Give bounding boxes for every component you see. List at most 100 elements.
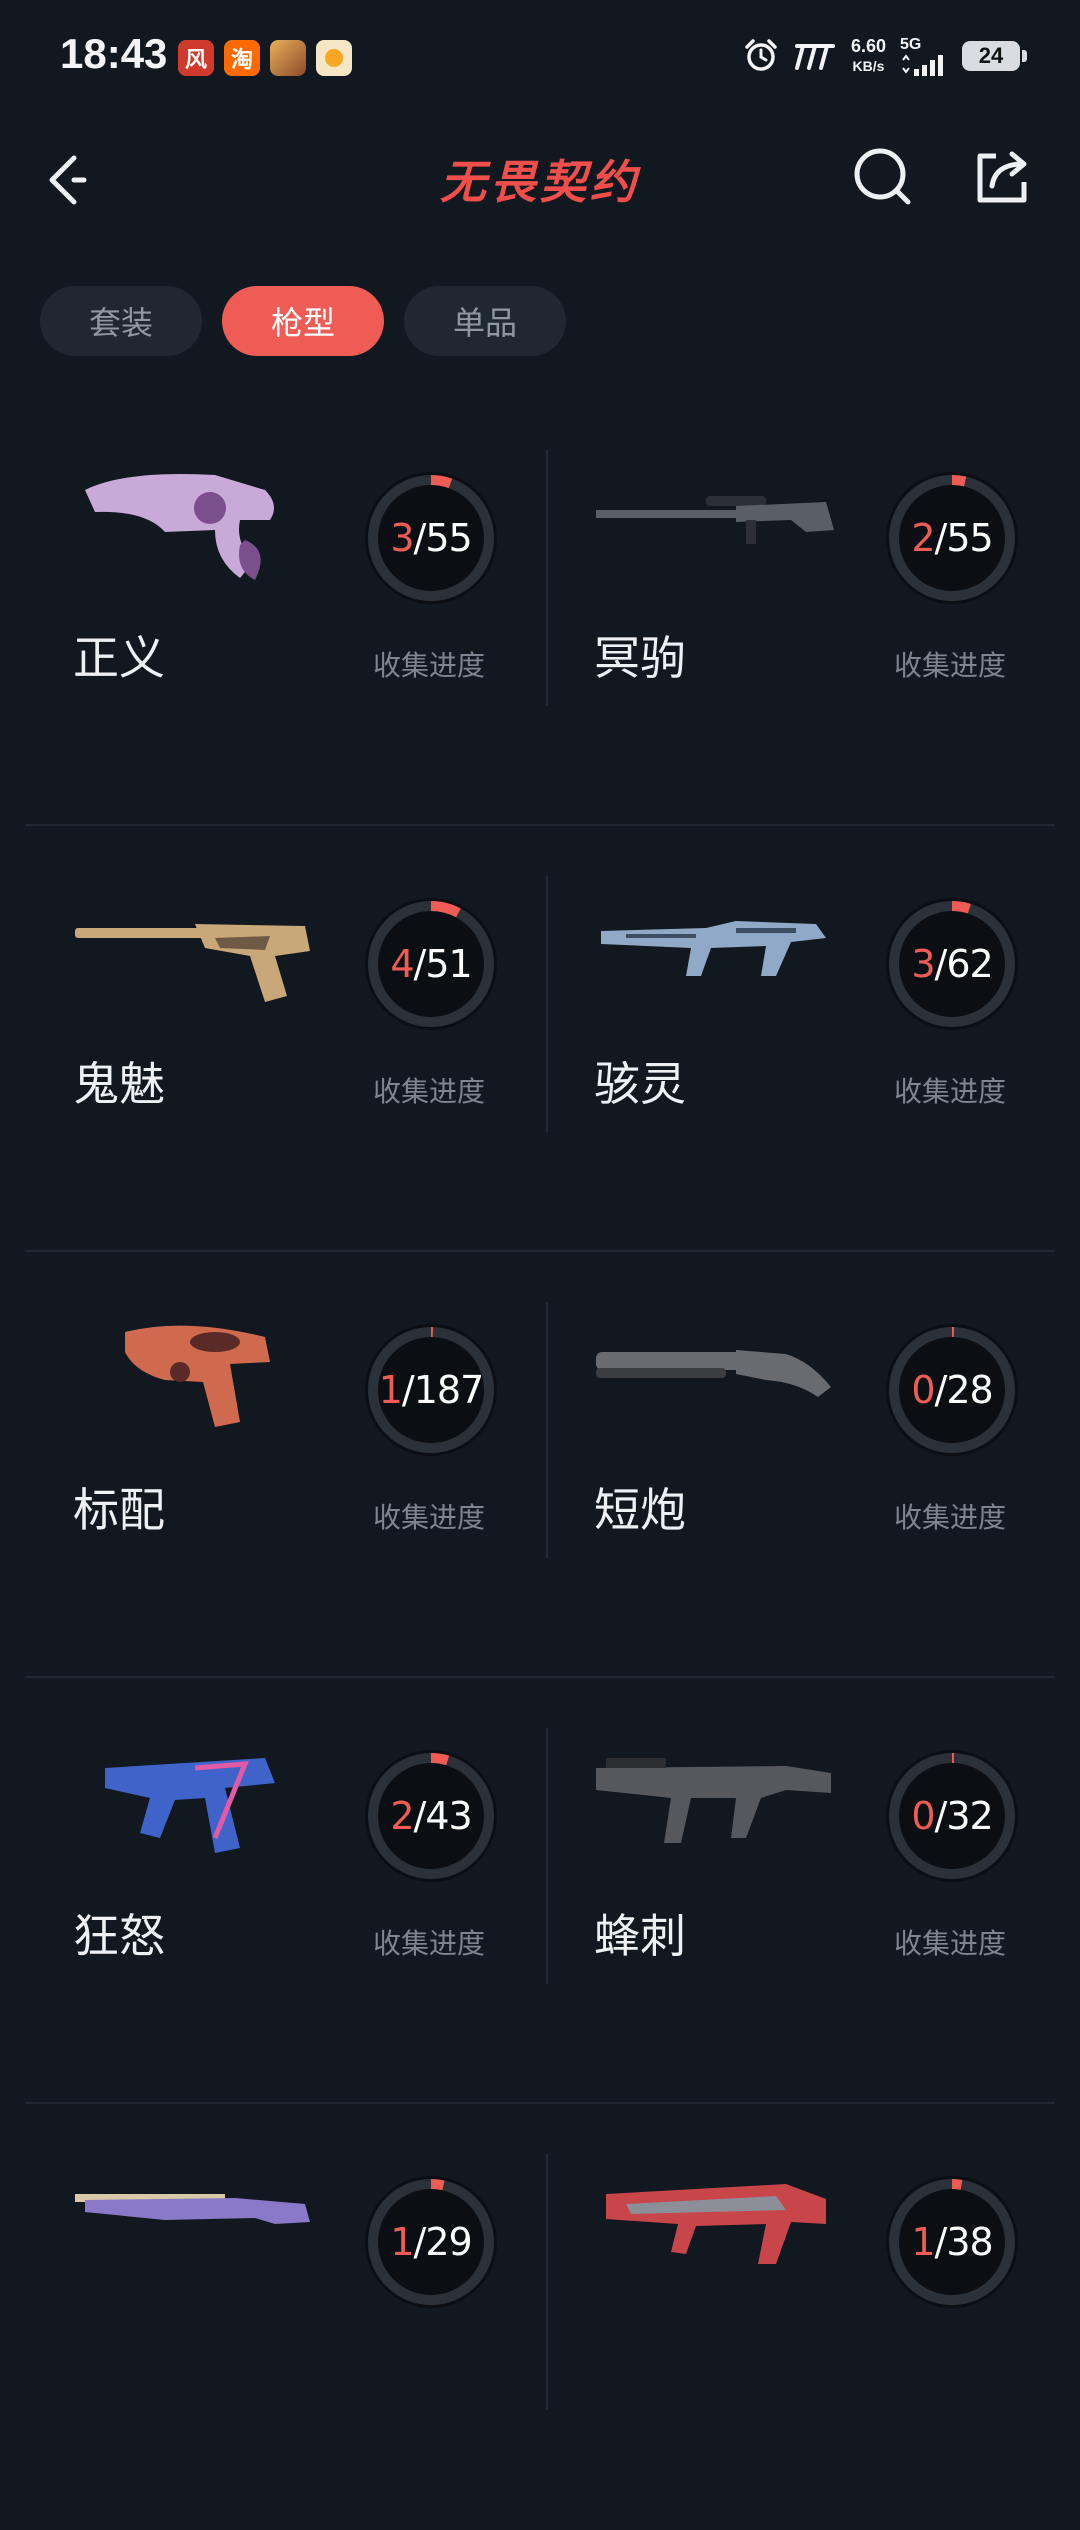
progress-count: 2/55 bbox=[911, 516, 993, 560]
total-count: 62 bbox=[946, 942, 993, 986]
share-button[interactable] bbox=[966, 142, 1036, 212]
progress-count: 2/43 bbox=[390, 1794, 472, 1838]
page-title: 无畏契约 bbox=[440, 155, 640, 209]
progress-label: 收集进度 bbox=[373, 1927, 486, 1960]
tab-weapon-types[interactable]: 枪型 bbox=[222, 286, 384, 356]
progress-count: 0/28 bbox=[911, 1368, 993, 1412]
total-count: 55 bbox=[425, 516, 472, 560]
weapon-card[interactable]: 1/29 bbox=[25, 2104, 535, 2530]
weapon-image bbox=[65, 450, 315, 590]
progress-label: 收集进度 bbox=[894, 649, 1007, 682]
total-count: 55 bbox=[946, 516, 993, 560]
progress-count: 1/38 bbox=[911, 2220, 993, 2264]
weapon-card[interactable]: 3/55 正义 收集进度 bbox=[25, 400, 535, 826]
weapon-row: 1/29 1/38 bbox=[25, 2104, 1055, 2530]
tab-single-items[interactable]: 单品 bbox=[404, 286, 566, 356]
progress-label: 收集进度 bbox=[894, 1501, 1007, 1534]
progress-label: 收集进度 bbox=[894, 1927, 1007, 1960]
weapon-card[interactable]: 1/187 标配 收集进度 bbox=[25, 1252, 535, 1678]
column-divider bbox=[546, 450, 548, 706]
total-count: 32 bbox=[946, 1794, 993, 1838]
search-icon bbox=[854, 148, 911, 205]
owned-count: 2 bbox=[390, 1794, 414, 1838]
weapon-name: 冥驹 bbox=[594, 631, 686, 685]
weapon-name: 蜂刺 bbox=[594, 1909, 686, 1963]
notification-icons: 风 淘 bbox=[178, 40, 352, 76]
signal-icon bbox=[902, 54, 943, 76]
progress-count: 3/55 bbox=[390, 516, 472, 560]
progress-count: 3/62 bbox=[911, 942, 993, 986]
weapon-row: 3/55 正义 收集进度 2/55 冥驹 收集进度 bbox=[25, 400, 1055, 826]
game-app-icon bbox=[270, 40, 306, 76]
weapon-card[interactable]: 2/43 狂怒 收集进度 bbox=[25, 1678, 535, 2104]
progress-label: 收集进度 bbox=[373, 1501, 486, 1534]
weapon-image bbox=[65, 876, 315, 1016]
status-time: 18:43 bbox=[60, 30, 168, 77]
network-type: 5G bbox=[900, 36, 922, 53]
total-count: 29 bbox=[425, 2220, 472, 2264]
weapon-image bbox=[65, 2154, 315, 2294]
weapon-card[interactable]: 0/28 短炮 收集进度 bbox=[546, 1252, 1056, 1678]
weapon-name: 正义 bbox=[73, 631, 165, 685]
status-bar: 18:43 风 淘 6.60 KB/s 5G 24 bbox=[0, 0, 1080, 118]
progress-label: 收集进度 bbox=[894, 1075, 1007, 1108]
weapon-card[interactable]: 4/51 鬼魅 收集进度 bbox=[25, 826, 535, 1252]
weapon-card[interactable]: 2/55 冥驹 收集进度 bbox=[546, 400, 1056, 826]
column-divider bbox=[546, 1728, 548, 1984]
weapon-image bbox=[65, 1728, 315, 1868]
progress-count: 1/187 bbox=[378, 1368, 485, 1412]
weapon-image bbox=[586, 1728, 836, 1868]
total-count: 38 bbox=[946, 2220, 993, 2264]
volte-icon bbox=[794, 44, 835, 70]
battery-icon: 24 bbox=[962, 41, 1027, 71]
share-icon bbox=[977, 151, 1027, 203]
owned-count: 4 bbox=[390, 942, 414, 986]
owned-count: 0 bbox=[911, 1368, 935, 1412]
weapon-row: 2/43 狂怒 收集进度 0/32 蜂刺 收集进度 bbox=[25, 1678, 1055, 2104]
owned-count: 3 bbox=[390, 516, 414, 560]
owned-count: 1 bbox=[911, 2220, 935, 2264]
category-tabs: 套装 枪型 单品 bbox=[40, 286, 566, 356]
column-divider bbox=[546, 2154, 548, 2410]
progress-label: 收集进度 bbox=[373, 649, 486, 682]
weapon-image bbox=[586, 450, 836, 590]
wind-app-icon: 风 bbox=[178, 40, 214, 76]
progress-label: 收集进度 bbox=[373, 1075, 486, 1108]
network-speed: 6.60 KB/s bbox=[850, 36, 886, 74]
total-count: 28 bbox=[946, 1368, 993, 1412]
weapon-card[interactable]: 3/62 骇灵 收集进度 bbox=[546, 826, 1056, 1252]
total-count: 51 bbox=[425, 942, 472, 986]
weapon-name: 标配 bbox=[73, 1483, 165, 1537]
weapon-image bbox=[586, 1302, 836, 1442]
owned-count: 1 bbox=[390, 2220, 414, 2264]
header: 无畏契约 bbox=[0, 118, 1080, 238]
weapon-name: 骇灵 bbox=[594, 1057, 686, 1111]
total-count: 43 bbox=[425, 1794, 472, 1838]
progress-count: 1/29 bbox=[390, 2220, 472, 2264]
owned-count: 3 bbox=[911, 942, 935, 986]
search-button[interactable] bbox=[848, 142, 918, 212]
taobao-app-icon: 淘 bbox=[224, 40, 260, 76]
weapon-row: 4/51 鬼魅 收集进度 3/62 骇灵 收集进度 bbox=[25, 826, 1055, 1252]
weapon-image bbox=[586, 876, 836, 1016]
tab-bundles[interactable]: 套装 bbox=[40, 286, 202, 356]
alarm-icon bbox=[745, 39, 777, 71]
weapon-name: 鬼魅 bbox=[73, 1057, 165, 1111]
progress-count: 4/51 bbox=[390, 942, 472, 986]
weapon-grid: 3/55 正义 收集进度 2/55 冥驹 收集进度 4/51 鬼魅 收集进度 3/62 骇灵收… bbox=[25, 400, 1055, 2530]
weapon-image bbox=[586, 2154, 836, 2294]
owned-count: 0 bbox=[911, 1794, 935, 1838]
total-count: 187 bbox=[413, 1368, 485, 1412]
system-indicators: 6.60 KB/s 5G 24 bbox=[743, 36, 1027, 76]
weapon-name: 狂怒 bbox=[73, 1909, 165, 1963]
owned-count: 1 bbox=[378, 1368, 403, 1412]
weapon-row: 1/187 标配 收集进度 0/28 短炮 收集进度 bbox=[25, 1252, 1055, 1678]
weapon-card[interactable]: 1/38 bbox=[546, 2104, 1056, 2530]
orange-app-icon bbox=[316, 40, 352, 76]
column-divider bbox=[546, 1302, 548, 1558]
weapon-image bbox=[65, 1302, 315, 1442]
progress-count: 0/32 bbox=[911, 1794, 993, 1838]
weapon-card[interactable]: 0/32 蜂刺 收集进度 bbox=[546, 1678, 1056, 2104]
owned-count: 2 bbox=[911, 516, 935, 560]
column-divider bbox=[546, 876, 548, 1132]
